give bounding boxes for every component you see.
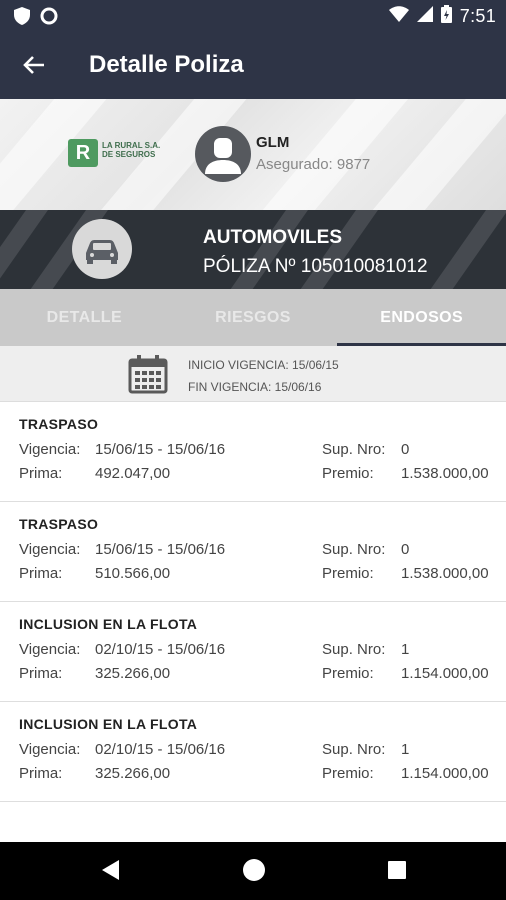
shield-icon	[14, 7, 30, 30]
policy-number: PÓLIZA Nº 105010081012	[203, 256, 428, 277]
company-logo: R LA RURAL S.A. DE SEGUROS	[68, 139, 164, 175]
premio-value: 1.538.000,00	[401, 465, 489, 482]
sup-nro-label: Sup. Nro:	[322, 641, 386, 658]
premio-value: 1.154.000,00	[401, 665, 489, 682]
vigencia-value: 15/06/15 - 15/06/16	[95, 441, 226, 458]
sup-nro-value: 0	[401, 541, 410, 558]
triangle-back-icon	[101, 859, 121, 886]
endoso-title: INCLUSION EN LA FLOTA	[19, 716, 198, 732]
vigencia-label: Vigencia:	[19, 741, 81, 758]
vigencia-value: 02/10/15 - 15/06/16	[95, 741, 226, 758]
fin-vigencia: FIN VIGENCIA: 15/06/16	[188, 380, 322, 394]
premio-label: Premio:	[322, 565, 374, 582]
tab-bar: DETALLE RIESGOS ENDOSOS	[0, 289, 506, 346]
circle-home-icon	[242, 858, 266, 887]
nav-home-button[interactable]	[240, 858, 268, 886]
vigencia-value: 15/06/15 - 15/06/16	[95, 541, 226, 558]
vigencia-label: Vigencia:	[19, 441, 81, 458]
vigencia-value: 02/10/15 - 15/06/16	[95, 641, 226, 658]
sup-nro-value: 1	[401, 741, 410, 758]
premio-value: 1.538.000,00	[401, 565, 489, 582]
tab-detalle[interactable]: DETALLE	[0, 289, 169, 346]
vigencia-label: Vigencia:	[19, 541, 81, 558]
sup-nro-value: 1	[401, 641, 410, 658]
list-item[interactable]: INCLUSION EN LA FLOTA Vigencia: 02/10/15…	[0, 602, 506, 702]
prima-label: Prima:	[19, 765, 63, 782]
premio-label: Premio:	[322, 665, 374, 682]
endoso-title: INCLUSION EN LA FLOTA	[19, 616, 198, 632]
app-bar: Detalle Poliza	[0, 33, 506, 99]
car-icon	[72, 219, 132, 279]
page-title: Detalle Poliza	[89, 51, 244, 78]
prima-label: Prima:	[19, 665, 63, 682]
endosos-list: TRASPASO Vigencia: 15/06/15 - 15/06/16 S…	[0, 402, 506, 802]
prima-value: 492.047,00	[95, 465, 171, 482]
person-icon	[205, 138, 241, 174]
user-subtitle: Asegurado: 9877	[256, 156, 371, 173]
prima-value: 325.266,00	[95, 665, 171, 682]
prima-label: Prima:	[19, 465, 63, 482]
endoso-title: TRASPASO	[19, 516, 99, 532]
premio-label: Premio:	[322, 465, 374, 482]
sup-nro-label: Sup. Nro:	[322, 741, 386, 758]
policy-type: AUTOMOVILES	[203, 227, 342, 248]
list-item[interactable]: TRASPASO Vigencia: 15/06/15 - 15/06/16 S…	[0, 402, 506, 502]
system-nav-bar	[0, 842, 506, 900]
arrow-left-icon	[23, 55, 45, 80]
nav-recents-button[interactable]	[383, 858, 411, 886]
sup-nro-value: 0	[401, 441, 410, 458]
calendar-icon	[128, 354, 168, 394]
avatar	[195, 126, 251, 182]
endoso-title: TRASPASO	[19, 416, 99, 432]
status-bar: 7:51	[0, 0, 506, 33]
signal-icon	[416, 6, 433, 27]
sup-nro-label: Sup. Nro:	[322, 441, 386, 458]
user-name: GLM	[256, 134, 290, 151]
list-item[interactable]: INCLUSION EN LA FLOTA Vigencia: 02/10/15…	[0, 702, 506, 802]
list-item[interactable]: TRASPASO Vigencia: 15/06/15 - 15/06/16 S…	[0, 502, 506, 602]
nav-back-button[interactable]	[97, 858, 125, 886]
prima-value: 510.566,00	[95, 565, 171, 582]
sup-nro-label: Sup. Nro:	[322, 541, 386, 558]
premio-value: 1.154.000,00	[401, 765, 489, 782]
inicio-vigencia: INICIO VIGENCIA: 15/06/15	[188, 358, 339, 372]
premio-label: Premio:	[322, 765, 374, 782]
tab-riesgos[interactable]: RIESGOS	[169, 289, 338, 346]
vigencia-summary: INICIO VIGENCIA: 15/06/15 FIN VIGENCIA: …	[0, 346, 506, 402]
prima-label: Prima:	[19, 565, 63, 582]
policy-header: AUTOMOVILES PÓLIZA Nº 105010081012	[0, 210, 506, 289]
vigencia-label: Vigencia:	[19, 641, 81, 658]
user-header: R LA RURAL S.A. DE SEGUROS GLM Asegurado…	[0, 99, 506, 210]
prima-value: 325.266,00	[95, 765, 171, 782]
wifi-icon	[388, 6, 409, 27]
status-time: 7:51	[459, 6, 496, 26]
tab-endosos[interactable]: ENDOSOS	[337, 289, 506, 346]
circle-icon	[40, 7, 58, 30]
battery-icon	[440, 5, 452, 28]
back-button[interactable]	[16, 49, 52, 85]
square-recents-icon	[387, 860, 407, 885]
